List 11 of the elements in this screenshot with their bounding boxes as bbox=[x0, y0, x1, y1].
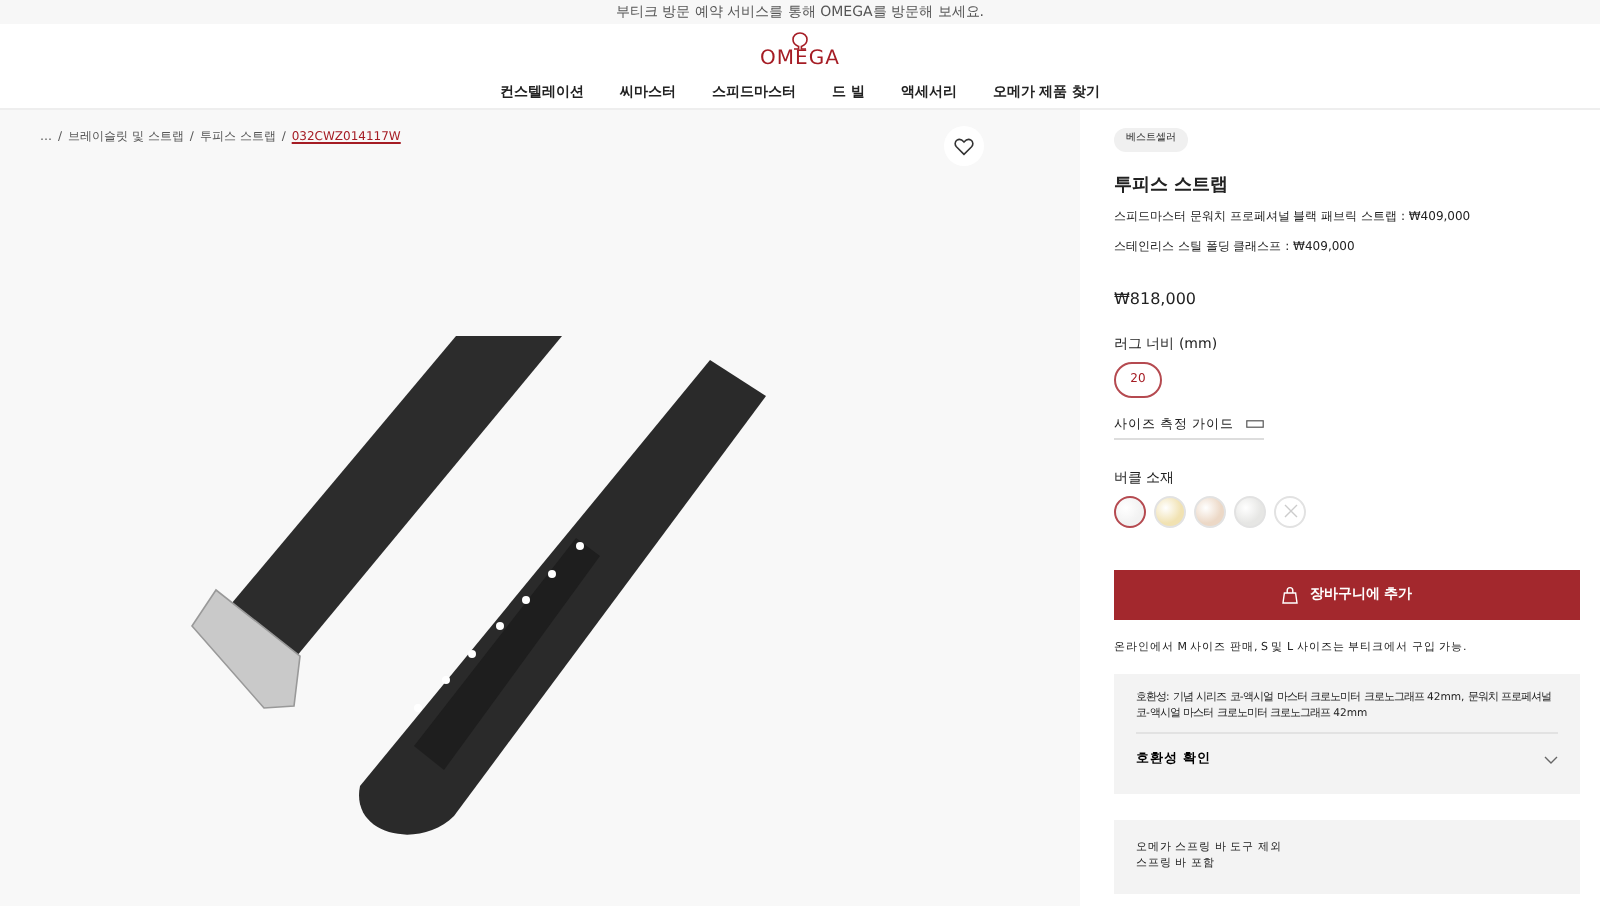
ruler-icon bbox=[1246, 420, 1265, 429]
shopping-bag-icon bbox=[1281, 585, 1298, 604]
omega-symbol-icon bbox=[790, 32, 810, 50]
cross-icon bbox=[1283, 504, 1297, 519]
wishlist-button[interactable] bbox=[944, 126, 984, 166]
chevron-icon bbox=[1544, 755, 1558, 764]
brand-logo[interactable]: OMEGA bbox=[760, 50, 840, 70]
product-price: ₩818,000 bbox=[1114, 288, 1198, 312]
product-title: 투피스 스트랩 bbox=[1114, 173, 1231, 199]
buckle-swatch[interactable] bbox=[1114, 495, 1146, 528]
heart-icon bbox=[954, 137, 974, 155]
